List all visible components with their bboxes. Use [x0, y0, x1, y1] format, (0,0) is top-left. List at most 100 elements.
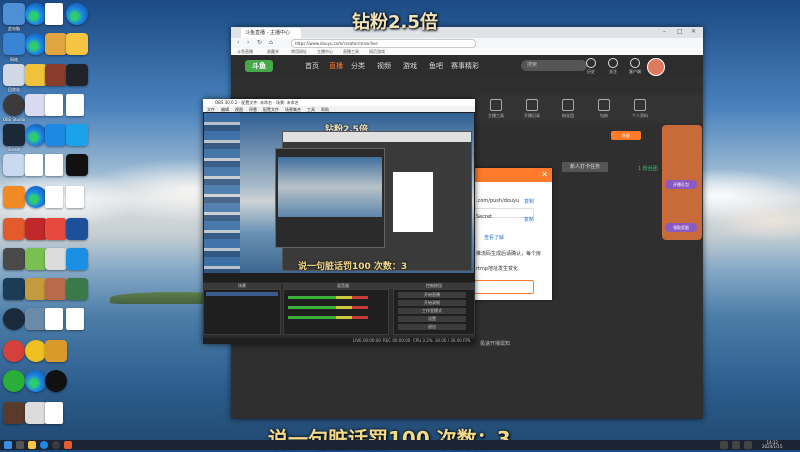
site-logo[interactable]: 斗鱼	[245, 60, 273, 72]
nav-item[interactable]: 游戏	[403, 61, 417, 71]
app-icon[interactable]	[64, 441, 72, 449]
copy-secret-button[interactable]: 复制	[524, 216, 534, 223]
warning-icon[interactable]	[45, 218, 67, 240]
app-icon[interactable]	[66, 218, 88, 240]
tool-item[interactable]: 粉丝团	[553, 99, 583, 119]
client-button[interactable]: 客户端	[623, 58, 647, 75]
copy-url-button[interactable]: 复制	[524, 198, 534, 205]
footer-link[interactable]: 极速开播需知	[480, 340, 510, 347]
qq-icon[interactable]	[45, 370, 67, 392]
nav-item-active[interactable]: 直播	[329, 61, 343, 71]
clock[interactable]: 14:32 2024/1/15	[762, 441, 783, 449]
minimize-icon[interactable]: –	[663, 28, 666, 35]
file-icon[interactable]	[25, 154, 43, 176]
app-icon[interactable]	[66, 64, 88, 86]
level-up-button[interactable]: 升级	[611, 131, 641, 140]
edge-icon[interactable]	[40, 441, 48, 449]
app-icon[interactable]	[45, 248, 67, 270]
start-recording-button[interactable]: 开始录制	[398, 300, 466, 306]
app-icon[interactable]	[25, 308, 47, 330]
edge-icon[interactable]	[25, 3, 47, 25]
mixer-dock[interactable]	[283, 289, 389, 335]
recycle-bin-icon[interactable]	[3, 64, 25, 86]
file-explorer-icon[interactable]	[28, 441, 36, 449]
network-tray-icon[interactable]	[720, 441, 728, 449]
nav-item[interactable]: 赛事精彩	[451, 61, 479, 71]
forward-icon[interactable]: ›	[247, 39, 249, 46]
app-icon[interactable]	[3, 402, 25, 424]
app-icon[interactable]	[66, 248, 88, 270]
file-icon[interactable]	[66, 94, 84, 116]
tool-item[interactable]: 开播记录	[517, 99, 547, 119]
obs-icon[interactable]	[52, 441, 60, 449]
edge-icon[interactable]	[25, 186, 47, 208]
app-icon[interactable]	[45, 278, 67, 300]
follow-button[interactable]: 关注	[601, 58, 625, 75]
refresh-icon[interactable]: ↻	[257, 39, 262, 46]
netease-music-icon[interactable]	[3, 340, 25, 362]
close-icon[interactable]: ✕	[541, 170, 548, 179]
app-icon[interactable]	[3, 154, 25, 176]
edge-icon[interactable]	[66, 3, 88, 25]
avatar[interactable]	[647, 58, 665, 76]
app-icon[interactable]	[66, 124, 88, 146]
app-icon[interactable]	[25, 278, 47, 300]
network-icon[interactable]	[3, 33, 25, 55]
file-icon[interactable]	[45, 94, 63, 116]
input-method-icon[interactable]	[744, 441, 752, 449]
scene-item[interactable]	[206, 292, 278, 296]
edge-icon[interactable]	[25, 33, 47, 55]
fans-link[interactable]: 1 粉丝团	[638, 165, 658, 172]
exit-button[interactable]: 退出	[398, 324, 466, 330]
url-input[interactable]: https://www.douyu.com/creator/main/live	[291, 39, 476, 48]
settings-button[interactable]: 设置	[398, 316, 466, 322]
nav-item[interactable]: 鱼吧	[429, 61, 443, 71]
site-search-input[interactable]: 搜索	[521, 60, 587, 71]
file-icon[interactable]	[45, 3, 63, 25]
start-icon[interactable]	[4, 441, 12, 449]
home-icon[interactable]: ⌂	[269, 39, 273, 46]
app-icon[interactable]	[25, 402, 47, 424]
file-icon[interactable]	[45, 308, 63, 330]
wechat-icon[interactable]	[3, 370, 25, 392]
tasks-button[interactable]: 新人打卡任务	[562, 162, 608, 172]
obs-window[interactable]: OBS 30.0.2 - 配置文件: 未命名 - 场景: 未命名 文件 编辑 视…	[203, 99, 475, 344]
volume-icon[interactable]	[732, 441, 740, 449]
scenes-dock[interactable]	[203, 289, 281, 335]
app-icon[interactable]	[66, 154, 88, 176]
obs-icon[interactable]	[3, 94, 25, 116]
app-icon[interactable]	[25, 340, 47, 362]
gift-pack-button[interactable]: 开播礼包	[665, 180, 697, 189]
nav-item[interactable]: 视频	[377, 61, 391, 71]
app-icon[interactable]	[66, 278, 88, 300]
app-icon[interactable]	[3, 218, 25, 240]
nav-item[interactable]: 首页	[305, 61, 319, 71]
file-icon[interactable]	[66, 186, 84, 208]
app-icon[interactable]	[25, 218, 47, 240]
file-icon[interactable]	[66, 308, 84, 330]
app-icon[interactable]	[25, 94, 47, 116]
maximize-icon[interactable]: □	[677, 28, 683, 35]
close-icon[interactable]: ✕	[691, 28, 696, 35]
nav-item[interactable]: 分类	[351, 61, 365, 71]
edge-icon[interactable]	[25, 370, 47, 392]
app-icon[interactable]	[3, 308, 25, 330]
game-icon[interactable]	[25, 64, 47, 86]
file-icon[interactable]	[45, 186, 63, 208]
ie-icon[interactable]	[45, 124, 67, 146]
app-icon[interactable]	[25, 248, 47, 270]
file-icon[interactable]	[45, 402, 63, 424]
game-icon[interactable]	[45, 33, 67, 55]
back-icon[interactable]: ‹	[237, 39, 239, 46]
studio-mode-button[interactable]: 工作室模式	[398, 308, 466, 314]
folder-icon[interactable]	[66, 33, 88, 55]
app-icon[interactable]	[3, 186, 25, 208]
start-streaming-button[interactable]: 开始直播	[398, 292, 466, 298]
dialog-confirm-button[interactable]	[474, 280, 534, 294]
game-icon[interactable]	[45, 64, 67, 86]
learn-more-link[interactable]: 查看了解	[484, 234, 504, 241]
steam-icon[interactable]	[3, 124, 25, 146]
history-button[interactable]: 历史	[579, 58, 603, 75]
search-icon[interactable]	[16, 441, 24, 449]
app-icon[interactable]	[3, 278, 25, 300]
